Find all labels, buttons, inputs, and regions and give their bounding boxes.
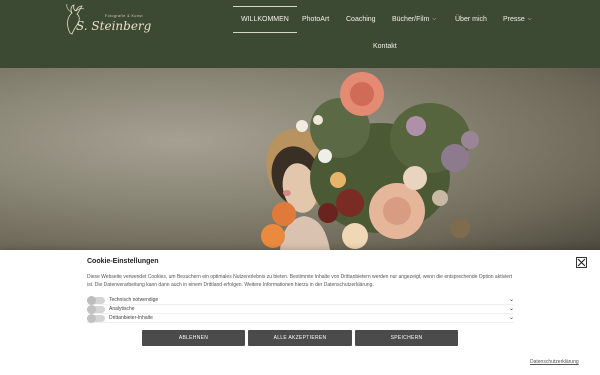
chevron-down-icon[interactable]: ⌄	[509, 296, 514, 303]
cookie-description: Diese Webseite verwendet Cookies, um Bes…	[87, 274, 513, 288]
cookie-title: Cookie-Einstellungen	[87, 258, 159, 265]
nav-item-ueber-mich[interactable]: Über mich	[455, 16, 487, 23]
cookie-option-label: Drittanbieter-Inhalte	[109, 315, 153, 321]
cookie-option-analytische[interactable]: Analytische ⌄	[87, 305, 514, 314]
toggle-switch[interactable]	[87, 314, 105, 323]
cookie-option-drittanbieter[interactable]: Drittanbieter-Inhalte ⌄	[87, 314, 514, 323]
reject-button[interactable]: ABLEHNEN	[142, 330, 245, 346]
chevron-down-icon: ⌵	[432, 16, 437, 22]
site-logo[interactable]: Fotografie & Kunst S. Steinberg	[58, 3, 151, 43]
nav-item-presse[interactable]: Presse ⌵	[503, 16, 532, 23]
cookie-consent-panel: Cookie-Einstellungen Diese Webseite verw…	[0, 250, 600, 375]
toggle-knob	[87, 305, 96, 314]
woman-with-flowers-artwork	[261, 72, 479, 250]
cookie-option-technisch[interactable]: Technisch notwendige ⌄	[87, 296, 514, 305]
nav-item-willkommen[interactable]: WILLKOMMEN	[233, 6, 297, 33]
close-button[interactable]	[576, 257, 587, 268]
toggle-switch[interactable]	[87, 305, 105, 314]
toggle-knob	[87, 296, 96, 305]
nav-item-coaching[interactable]: Coaching	[346, 16, 376, 23]
privacy-link[interactable]: Datenschutzerklärung	[530, 359, 579, 365]
logo-wordmark: S. Steinberg	[76, 19, 152, 33]
cookie-option-label: Technisch notwendige	[109, 297, 159, 303]
accept-all-button[interactable]: ALLE AKZEPTIEREN	[248, 330, 352, 346]
nav-item-buecher-film[interactable]: Bücher/Film ⌵	[392, 16, 436, 23]
logo-tagline: Fotografie & Kunst	[105, 14, 143, 18]
chevron-down-icon: ⌵	[527, 16, 532, 22]
save-button[interactable]: SPEICHERN	[355, 330, 458, 346]
cookie-option-label: Analytische	[109, 306, 135, 312]
toggle-knob	[87, 314, 96, 323]
nav-label: Presse	[503, 16, 525, 23]
chevron-down-icon[interactable]: ⌄	[509, 314, 514, 321]
site-header: Fotografie & Kunst S. Steinberg WILLKOMM…	[0, 0, 600, 68]
toggle-switch[interactable]	[87, 296, 105, 305]
chevron-down-icon[interactable]: ⌄	[509, 305, 514, 312]
nav-label: Bücher/Film	[392, 16, 430, 23]
nav-item-kontakt[interactable]: Kontakt	[373, 43, 397, 50]
nav-item-photoart[interactable]: PhotoArt	[302, 16, 329, 23]
close-icon	[577, 258, 586, 267]
hero-image	[0, 68, 600, 250]
